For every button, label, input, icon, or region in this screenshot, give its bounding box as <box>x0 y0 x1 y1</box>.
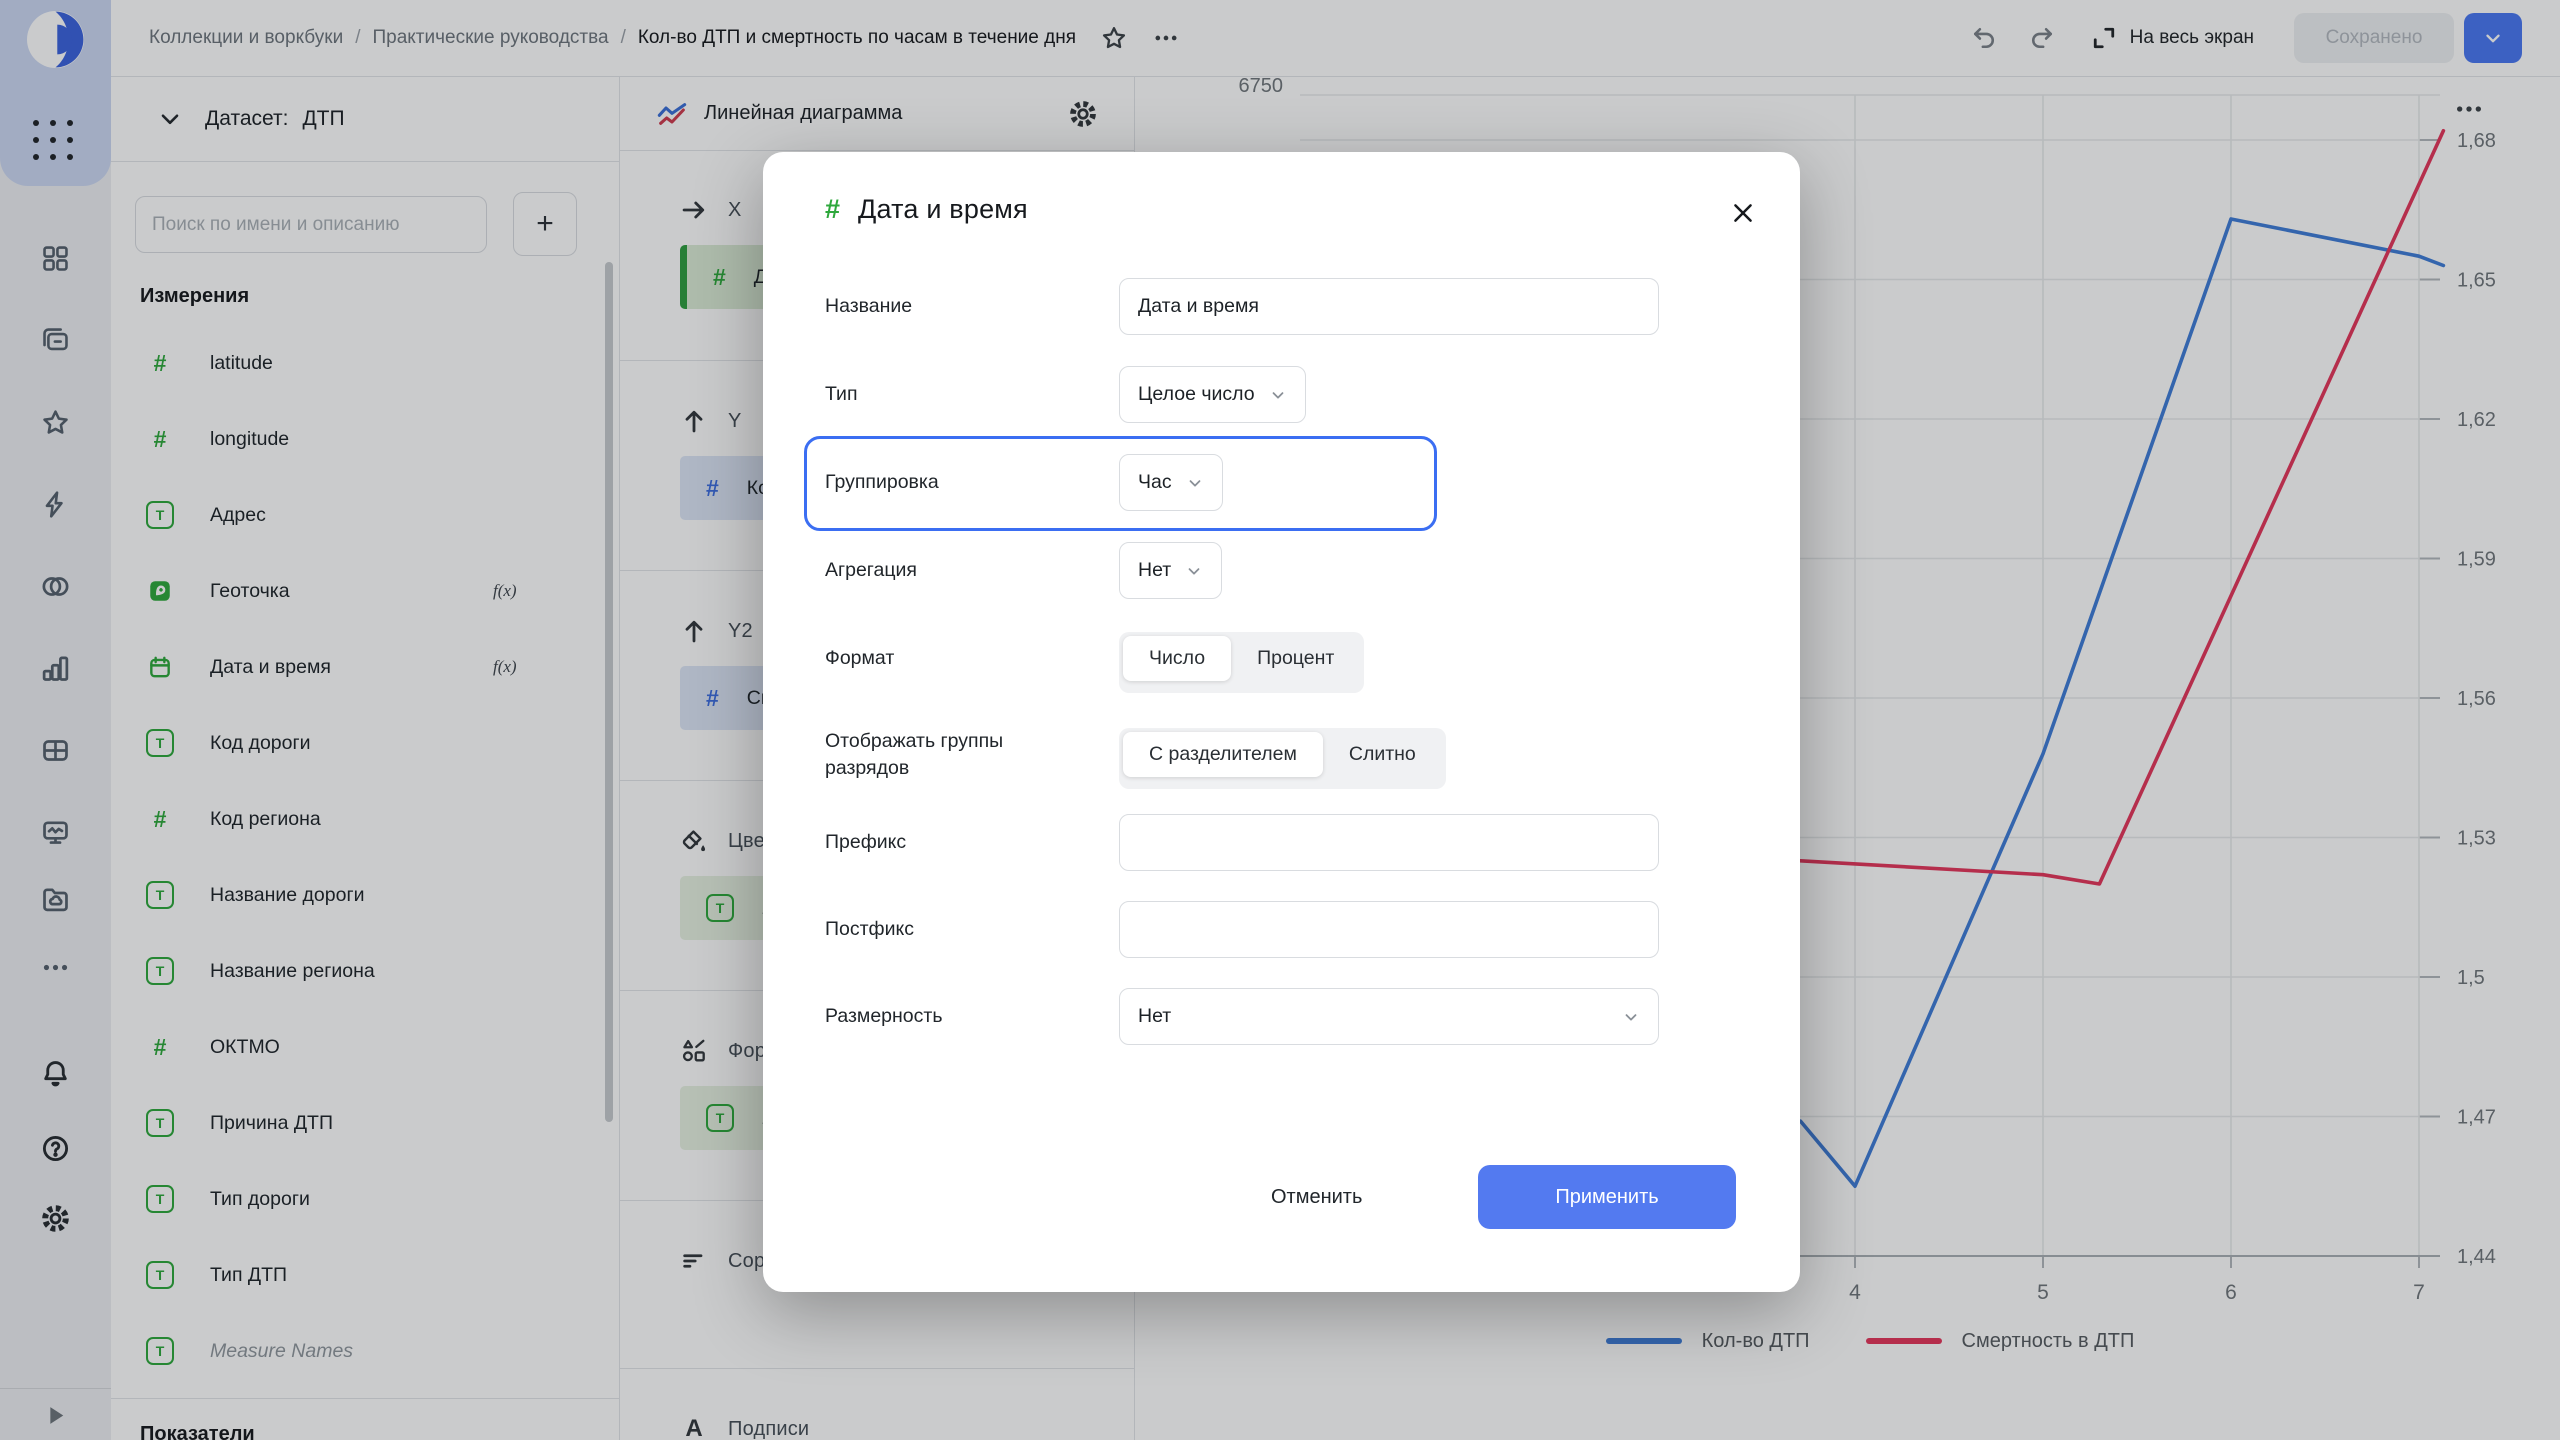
apply-button[interactable]: Применить <box>1478 1165 1736 1229</box>
digit-groups-segmented: С разделителем Слитно <box>1119 728 1446 789</box>
format-option-number[interactable]: Число <box>1123 636 1232 681</box>
dialog-title-text: Дата и время <box>858 194 1028 224</box>
cancel-button[interactable]: Отменить <box>1241 1165 1392 1229</box>
postfix-field[interactable] <box>1119 901 1659 958</box>
prefix-field[interactable] <box>1119 814 1659 871</box>
postfix-row: Постфикс <box>825 901 914 958</box>
name-label: Название <box>825 295 913 317</box>
type-row: Тип <box>825 366 858 423</box>
number-field-icon: # <box>825 194 841 224</box>
dimension-row: Размерность <box>825 988 942 1045</box>
name-field[interactable] <box>1119 278 1659 335</box>
aggregation-value: Нет <box>1138 559 1172 581</box>
dimension-value: Нет <box>1138 1005 1172 1027</box>
format-row: Формат <box>825 632 894 685</box>
dialog-title: # Дата и время <box>825 194 1028 225</box>
prefix-row: Префикс <box>825 814 906 871</box>
grouping-label: Группировка <box>825 471 939 493</box>
field-settings-dialog: # Дата и время Название Тип Целое число … <box>763 152 1800 1292</box>
type-value: Целое число <box>1138 383 1255 405</box>
close-icon[interactable] <box>1726 196 1760 230</box>
aggregation-label: Агрегация <box>825 559 917 581</box>
chevron-down-icon <box>1622 1008 1640 1026</box>
type-label: Тип <box>825 383 858 405</box>
aggregation-select[interactable]: Нет <box>1119 542 1223 599</box>
chevron-down-icon <box>1186 474 1204 492</box>
name-row: Название <box>825 278 912 335</box>
format-option-percent[interactable]: Процент <box>1231 636 1360 681</box>
aggregation-row: Агрегация <box>825 542 917 599</box>
grouping-row: Группировка <box>825 454 939 511</box>
dimension-select[interactable]: Нет <box>1119 988 1659 1045</box>
digit-groups-label: Отображать группы разрядов <box>825 729 1004 779</box>
type-select[interactable]: Целое число <box>1119 366 1306 423</box>
digit-groups-option-separator[interactable]: С разделителем <box>1123 732 1323 777</box>
dimension-label: Размерность <box>825 1005 943 1027</box>
prefix-label: Префикс <box>825 831 907 853</box>
chevron-down-icon <box>1185 562 1203 580</box>
postfix-label: Постфикс <box>825 918 914 940</box>
format-segmented: Число Процент <box>1119 632 1365 693</box>
format-label: Формат <box>825 647 895 669</box>
digit-groups-option-plain[interactable]: Слитно <box>1323 732 1442 777</box>
digit-groups-row: Отображать группы разрядов <box>825 728 1065 781</box>
grouping-select[interactable]: Час <box>1119 454 1223 511</box>
grouping-value: Час <box>1138 471 1172 493</box>
chevron-down-icon <box>1269 386 1287 404</box>
